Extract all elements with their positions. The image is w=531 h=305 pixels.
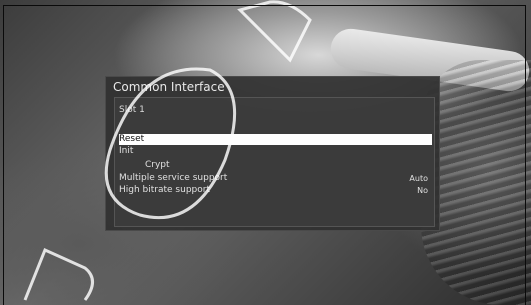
menu-title: Common Interface [113, 80, 225, 94]
menu-item-value: Auto [409, 174, 428, 183]
menu-item-reset[interactable]: Reset [119, 134, 432, 145]
menu-item-label: Crypt [145, 160, 170, 170]
common-interface-menu: Common Interface Slot 1 Reset Init Crypt… [105, 76, 440, 231]
slot-panel: Slot 1 Reset Init Crypt Multiple service… [114, 97, 435, 227]
menu-item-label: Init [119, 146, 134, 156]
menu-item-init[interactable]: Init [119, 146, 432, 157]
tv-screen: Common Interface Slot 1 Reset Init Crypt… [0, 0, 531, 305]
menu-item-crypt[interactable]: Crypt [119, 160, 432, 171]
menu-item-multiple-service-support[interactable]: Multiple service support Auto [119, 173, 432, 184]
menu-item-label: High bitrate support [119, 185, 210, 195]
slot-label: Slot 1 [119, 105, 145, 115]
menu-item-value: No [417, 186, 428, 195]
menu-item-label: Multiple service support [119, 173, 228, 183]
menu-item-label: Reset [119, 134, 145, 144]
menu-item-high-bitrate-support[interactable]: High bitrate support No [119, 185, 432, 196]
